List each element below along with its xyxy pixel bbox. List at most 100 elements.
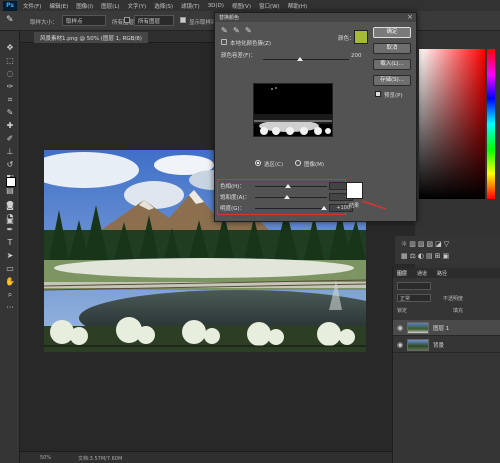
eye-icon[interactable]: ◉ <box>397 324 403 332</box>
tab-layers[interactable]: 图层 <box>397 270 407 277</box>
lightness-slider-thumb[interactable] <box>321 206 327 210</box>
fuzziness-value[interactable]: 200 <box>351 53 362 59</box>
tools-panel: ✥ ⬚ ◌ ✑ ⌗ ✎ ✚ ✐ ⊥ ↺ ◧ ▤ ● ◔ ✒ T ➤ ▭ ✋ ⌕ … <box>0 31 20 463</box>
layer-filter-select[interactable] <box>397 282 431 290</box>
preview-checkbox[interactable] <box>375 91 381 97</box>
fuzziness-slider-track[interactable] <box>263 59 349 60</box>
hue-slider-track[interactable] <box>255 186 327 187</box>
preview-label: 预览(P) <box>384 93 403 99</box>
healing-tool-icon[interactable]: ✚ <box>4 121 16 131</box>
layer-thumbnail <box>407 322 429 334</box>
gradient-tool-icon[interactable]: ▤ <box>4 186 16 196</box>
menu-window[interactable]: 窗口(W) <box>259 2 280 10</box>
pen-tool-icon[interactable]: ✒ <box>4 225 16 235</box>
hand-tool-icon[interactable]: ✋ <box>4 277 16 287</box>
history-brush-icon[interactable]: ↺ <box>4 160 16 170</box>
load-button[interactable]: 载入(L)... <box>373 59 411 70</box>
menu-filter[interactable]: 滤镜(T) <box>181 2 200 10</box>
sample-all-layers-label: 所有图层 <box>112 20 135 26</box>
close-icon[interactable]: × <box>407 13 413 21</box>
menu-help[interactable]: 帮助(H) <box>288 2 307 10</box>
localized-label: 本地化颜色簇(Z) <box>230 41 272 47</box>
stamp-tool-icon[interactable]: ⊥ <box>4 147 16 157</box>
fuzziness-label: 颜色容差(F)： <box>221 53 256 59</box>
eye-icon[interactable]: ◉ <box>397 341 403 349</box>
tab-paths[interactable]: 路径 <box>437 270 447 277</box>
adjustments-panel: ☼▥▨▧◪▽ ▦⚖◐▤⊞▣ <box>395 236 500 264</box>
layer-name: 图层 1 <box>433 326 450 332</box>
menu-file[interactable]: 文件(F) <box>23 2 41 10</box>
lightness-label: 明度(G)： <box>220 206 246 212</box>
adjustment-icons-row1[interactable]: ☼▥▨▧◪▽ <box>401 240 451 248</box>
show-ring-label: 显示取样环 <box>189 20 217 26</box>
menu-type[interactable]: 文字(Y) <box>128 2 147 10</box>
fill-label: 填充 <box>453 308 464 314</box>
sample-size-select[interactable]: 取样点 <box>62 15 106 26</box>
saturation-slider-track[interactable] <box>255 197 327 198</box>
cancel-button[interactable]: 取消 <box>373 43 411 54</box>
color-label: 颜色： <box>338 36 355 42</box>
menu-layer[interactable]: 图层(L) <box>101 2 119 10</box>
hue-slider-thumb[interactable] <box>285 184 291 188</box>
color-picker-panel <box>415 43 500 223</box>
menu-edit[interactable]: 编辑(E) <box>49 2 68 10</box>
layer-name: 背景 <box>433 343 445 349</box>
brush-tool-icon[interactable]: ✐ <box>4 134 16 144</box>
localized-checkbox[interactable] <box>221 39 227 45</box>
image-radio[interactable] <box>295 160 301 166</box>
ok-button[interactable]: 确定 <box>373 27 411 38</box>
lock-label: 锁定 <box>397 308 408 314</box>
layer-row[interactable]: ◉ 图层 1 <box>393 320 500 336</box>
annotation-arrow <box>361 200 387 210</box>
replace-color-dialog: 替换颜色 × ✎ ✎ ✎ 本地化颜色簇(Z) 颜色： 颜色容差(F)： 200 … <box>214 12 417 222</box>
move-tool-icon[interactable]: ✥ <box>4 43 16 53</box>
saturation-slider-thumb[interactable] <box>284 195 290 199</box>
fuzziness-slider-thumb[interactable] <box>297 57 303 61</box>
eyedropper-minus-icon[interactable]: ✎ <box>245 26 252 35</box>
result-color-swatch[interactable] <box>346 182 363 199</box>
saturation-row: 饱和度(A)： -2 <box>215 192 353 202</box>
menu-3d[interactable]: 3D(D) <box>208 3 224 9</box>
shape-tool-icon[interactable]: ▭ <box>4 264 16 274</box>
document-tab[interactable]: 风景素材1.png @ 50% (图层 1, RGB/8) <box>34 32 148 43</box>
lightness-slider-track[interactable] <box>255 208 327 209</box>
hue-row: 色相(H)： 0 <box>215 181 353 191</box>
adjustment-icons-row2[interactable]: ▦⚖◐▤⊞▣ <box>401 252 451 260</box>
save-button[interactable]: 存储(S)... <box>373 75 411 86</box>
selection-preview <box>253 83 333 137</box>
eyedropper-icon[interactable]: ✎ <box>6 15 18 27</box>
foreground-color-swatch[interactable] <box>6 177 16 187</box>
lasso-tool-icon[interactable]: ◌ <box>4 69 16 79</box>
sample-size-label: 取样大小： <box>30 20 58 26</box>
crop-tool-icon[interactable]: ⌗ <box>4 95 16 105</box>
image-radio-label: 图像(M) <box>304 162 325 168</box>
selection-radio[interactable] <box>255 160 261 166</box>
opacity-label: 不透明度 <box>443 296 464 302</box>
menu-bar: Ps 文件(F) 编辑(E) 图像(I) 图层(L) 文字(Y) 选择(S) 滤… <box>0 0 500 11</box>
screen-mode-icon[interactable]: ▣ <box>4 216 16 226</box>
path-select-icon[interactable]: ➤ <box>4 251 16 261</box>
quick-mask-icon[interactable]: ◙ <box>4 201 16 211</box>
sample-layers-select[interactable]: 所有图层 <box>134 15 174 26</box>
eyedropper-tool-icon[interactable]: ✎ <box>4 108 16 118</box>
sample-all-checkbox[interactable] <box>124 17 130 23</box>
show-ring-checkbox[interactable] <box>180 17 186 23</box>
sample-color-swatch[interactable] <box>354 30 368 44</box>
layer-row[interactable]: ◉ 背景 <box>393 337 500 353</box>
quick-select-tool-icon[interactable]: ✑ <box>4 82 16 92</box>
app-logo: Ps <box>3 0 17 11</box>
saturation-label: 饱和度(A)： <box>220 195 251 201</box>
more-tools-icon[interactable]: ··· <box>4 303 16 313</box>
text-tool-icon[interactable]: T <box>4 238 16 248</box>
eyedropper-plus-icon[interactable]: ✎ <box>233 26 240 35</box>
menu-image[interactable]: 图像(I) <box>76 2 93 10</box>
blend-mode-select[interactable]: 正常 <box>397 294 431 302</box>
menu-view[interactable]: 视图(V) <box>232 2 251 10</box>
eyedropper-icon[interactable]: ✎ <box>221 26 228 35</box>
marquee-tool-icon[interactable]: ⬚ <box>4 56 16 66</box>
menu-select[interactable]: 选择(S) <box>154 2 173 10</box>
zoom-level[interactable]: 50% <box>40 455 51 461</box>
zoom-tool-icon[interactable]: ⌕ <box>4 290 16 300</box>
doc-size-info: 文档:3.57M/7.60M <box>78 456 123 462</box>
tab-channels[interactable]: 通道 <box>417 270 427 277</box>
